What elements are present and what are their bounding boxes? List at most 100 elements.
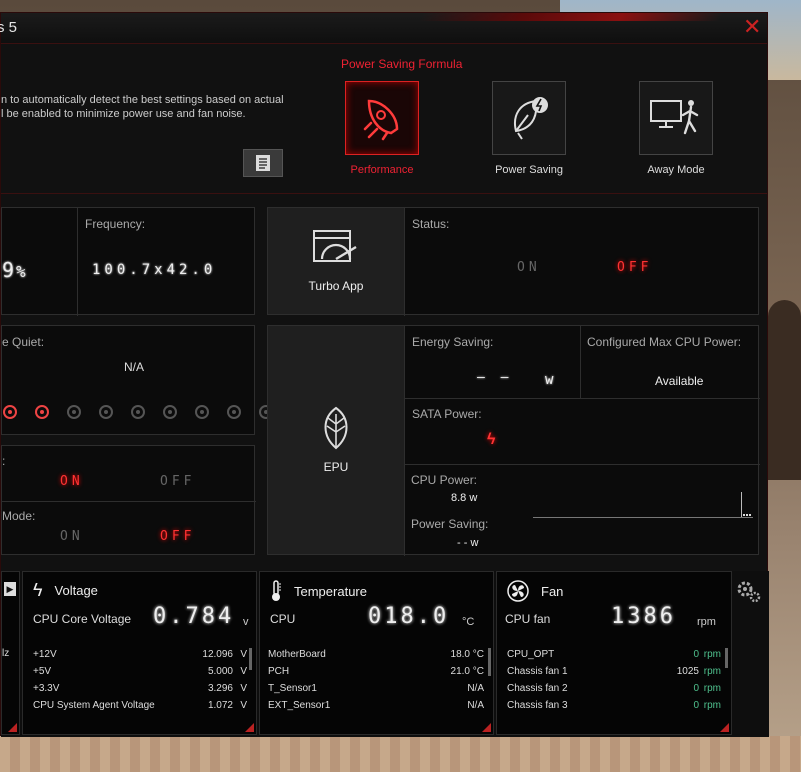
voltage-row-name: CPU System Agent Voltage [33,700,155,711]
toggles-panel: : ON OFF Mode: ON OFF [1,445,256,555]
epu-button[interactable]: EPU [268,326,404,554]
mode-power-saving-label: Power Saving [495,164,563,176]
mode-away[interactable]: Away Mode [639,81,713,176]
document-icon [256,155,270,171]
turbo-app-icon [313,230,357,262]
fan-level-indicator [2,404,284,420]
temperature-header: Temperature [270,580,367,602]
toggle2-on[interactable]: ON [60,529,84,544]
mode-performance[interactable]: Performance [345,81,419,176]
temperature-row: MotherBoard 18.0 °C [268,646,484,663]
graph-spike [741,492,742,517]
expand-corner-icon[interactable] [245,723,254,732]
window-title: s 5 [0,19,18,36]
temperature-row-value: N/A [467,683,484,694]
voltage-row: CPU System Agent Voltage 1.072 V [33,697,247,714]
thermometer-icon [272,580,281,601]
fan-level-icon [98,404,114,420]
voltage-main-value: 0.784 [153,604,235,629]
fan-level-icon [130,404,146,420]
fan-level-icon [34,404,50,420]
fan-row-value: 0 [693,649,699,660]
toggle-divider [2,501,256,502]
sata-power-label: SATA Power: [412,407,482,421]
graph-marker [743,510,751,516]
mode-power-saving-box[interactable] [492,81,566,155]
energy-saving-cell: Energy Saving: — — w [404,326,580,398]
voltage-module: ϟ Voltage CPU Core Voltage 0.784 v +12V … [22,571,257,735]
fan-title: Fan [541,583,564,599]
turbo-status-cell: Status: ON OFF [404,208,760,316]
turbo-app-button[interactable]: Turbo App [268,208,404,314]
desktop-ground [0,736,801,772]
fan-level-icon [162,404,178,420]
fan-row-unit: rpm [703,683,721,694]
turbo-on-toggle[interactable]: ON [517,260,541,275]
cpu-power-label: CPU Power: [411,473,478,487]
fan-level-icon [226,404,242,420]
fan-row-unit: rpm [703,700,721,711]
description-line-1: n to automatically detect the best setti… [1,94,284,106]
temperature-title: Temperature [294,583,367,599]
document-button[interactable] [243,149,283,177]
turbo-status-label: Status: [412,217,450,231]
temperature-scrollbar[interactable] [488,648,491,676]
fan-quiet-value: N/A [124,360,145,374]
voltage-row-name: +5V [33,666,52,677]
close-icon[interactable]: ✕ [743,15,761,39]
voltage-row-unit: V [240,649,247,660]
voltage-scrollbar[interactable] [249,648,252,670]
temperature-main-unit: °C [462,616,475,628]
fan-level-icon [194,404,210,420]
monitor-bar: ▶ lz ϟ Voltage CPU Core Voltage 0.784 v … [1,571,769,737]
mode-away-box[interactable] [639,81,713,155]
toggle1-on[interactable]: ON [60,474,84,489]
voltage-row-value: 3.296 [207,683,233,694]
settings-button[interactable] [735,577,765,607]
toggle1-off[interactable]: OFF [160,474,195,489]
rocket-icon [363,99,399,141]
fan-row-name: Chassis fan 1 [507,666,568,677]
fan-row: CPU_OPT 0 rpm [507,646,721,663]
fan-row-value: 0 [693,700,699,711]
away-mode-icon [650,100,699,135]
cpu-power-graph [533,490,753,518]
expand-corner-icon[interactable] [8,723,17,732]
lightning-icon: ϟ [33,580,43,600]
title-bar[interactable]: s 5 ✕ [0,13,767,44]
energy-saving-unit: w [545,372,554,388]
voltage-row-value: 5.000 [207,666,233,677]
tpu-percent-sign: % [16,262,30,281]
toggle2-off[interactable]: OFF [160,529,195,544]
power-saving-formula-title: Power Saving Formula [341,57,463,71]
fan-main-unit: rpm [697,616,716,628]
mode-power-saving[interactable]: Power Saving [492,81,566,176]
max-cpu-power-label: Configured Max CPU Power: [587,335,742,349]
mode-performance-box[interactable] [345,81,419,155]
turbo-off-toggle[interactable]: OFF [617,260,652,275]
power-saving-value: - - w [457,537,479,549]
voltage-row: +5V 5.000 V [33,663,247,680]
mode-performance-label: Performance [350,164,414,176]
leaf-bolt-icon [514,97,548,140]
temperature-row: T_Sensor1 N/A [268,680,484,697]
voltage-row-unit: V [240,683,247,694]
temperature-module: Temperature CPU 018.0 °C MotherBoard 18.… [259,571,494,735]
fan-row-name: Chassis fan 2 [507,683,568,694]
temperature-main-label: CPU [270,612,296,626]
frequency-label: Frequency: [85,217,146,231]
cpu-power-cell: CPU Power: 8.8 w Power Saving: - - w [404,464,760,556]
expand-corner-icon[interactable] [482,723,491,732]
fan-scrollbar[interactable] [725,648,728,668]
toggle2-label: Mode: [2,509,36,523]
leaf-icon [324,406,348,450]
fan-row-unit: rpm [703,649,721,660]
prev-arrow-button[interactable]: ▶ [4,582,16,596]
fan-row-unit: rpm [703,666,721,677]
fan-row-value: 0 [693,683,699,694]
voltage-row-name: +3.3V [33,683,60,694]
left-module: ▶ lz [1,571,20,735]
sata-bolt-icon: ϟ [487,431,496,448]
fan-main-label: CPU fan [505,612,551,626]
expand-corner-icon[interactable] [720,723,729,732]
